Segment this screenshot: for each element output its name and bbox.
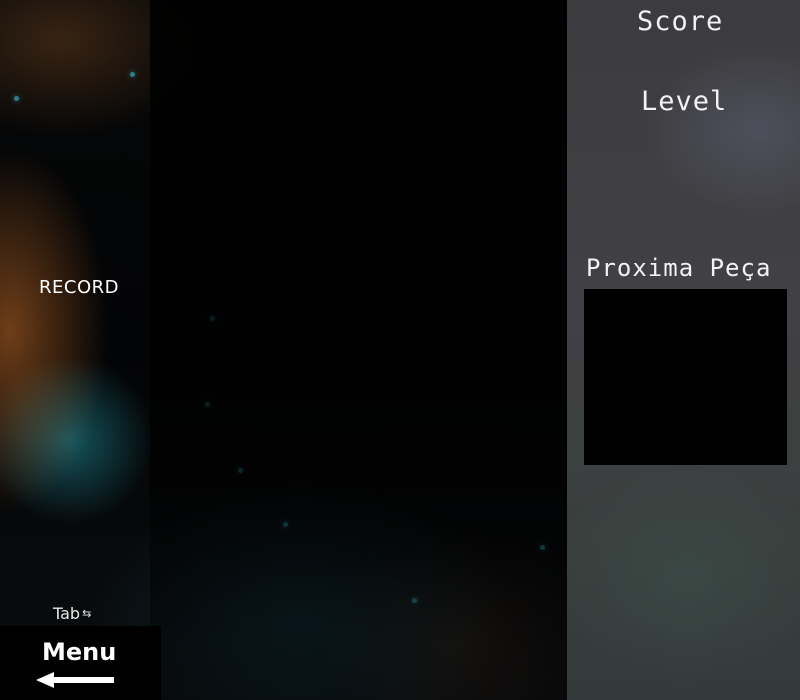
record-label: RECORD	[39, 277, 119, 298]
side-panel: Score Level Proxima Peça	[567, 0, 800, 700]
next-piece-label: Proxima Peça	[586, 254, 772, 282]
menu-button-label: Menu	[42, 638, 117, 666]
level-label: Level	[641, 86, 728, 117]
game-screen: RECORD Score Level Proxima Peça Tab ⇆ Me…	[0, 0, 800, 700]
background-particle	[130, 72, 135, 77]
tab-arrows-icon: ⇆	[82, 607, 92, 620]
score-label: Score	[637, 6, 724, 37]
tab-hint: Tab ⇆	[53, 604, 91, 623]
background-particle	[14, 96, 19, 101]
next-piece-preview	[584, 289, 787, 465]
menu-button[interactable]: Menu	[0, 626, 161, 700]
tab-hint-label: Tab	[53, 604, 81, 623]
game-board	[150, 0, 567, 700]
back-arrow-icon	[36, 672, 114, 688]
